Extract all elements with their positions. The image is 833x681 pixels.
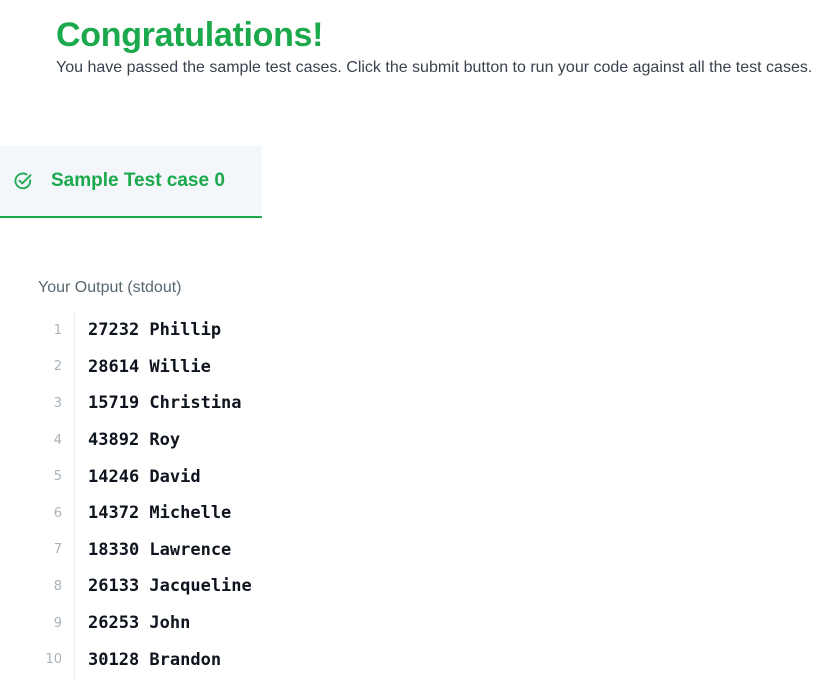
line-text: 43892 Roy <box>88 430 181 451</box>
line-text: 26253 John <box>88 613 191 634</box>
line-number: 6 <box>53 505 62 521</box>
banner-message: You have passed the sample test cases. C… <box>56 59 813 76</box>
output-line: 4 43892 Roy <box>0 422 600 459</box>
output-line: 6 14372 Michelle <box>0 495 600 532</box>
line-text: 28614 Willie <box>88 356 211 377</box>
line-number: 4 <box>53 432 62 448</box>
line-text: 14372 Michelle <box>88 503 232 524</box>
line-text: 14246 David <box>88 466 201 487</box>
output-line: 8 26133 Jacqueline <box>0 568 600 605</box>
line-number: 9 <box>53 615 62 631</box>
tab-label: Sample Test case 0 <box>51 170 225 191</box>
line-number: 2 <box>53 359 62 375</box>
check-circle-icon <box>13 171 33 191</box>
output-line: 5 14246 David <box>0 458 600 495</box>
output-title: Your Output (stdout) <box>38 279 182 296</box>
success-banner: Congratulations! You have passed the sam… <box>56 14 826 79</box>
line-number: 1 <box>53 322 62 338</box>
line-number: 10 <box>45 652 62 668</box>
output-line: 1 27232 Phillip <box>0 312 600 349</box>
line-number: 5 <box>53 469 62 485</box>
stdout-output: 1 27232 Phillip 2 28614 Willie 3 15719 C… <box>0 312 600 681</box>
line-text: 30128 Brandon <box>88 649 222 670</box>
line-number: 8 <box>53 578 62 594</box>
output-line: 2 28614 Willie <box>0 349 600 386</box>
banner-title: Congratulations! <box>56 16 324 54</box>
output-line: 3 15719 Christina <box>0 385 600 422</box>
output-line: 9 26253 John <box>0 605 600 642</box>
output-line: 7 18330 Lawrence <box>0 532 600 569</box>
output-line: 10 30128 Brandon <box>0 641 600 678</box>
line-number: 3 <box>53 395 62 411</box>
line-text: 18330 Lawrence <box>88 539 232 560</box>
line-text: 26133 Jacqueline <box>88 576 252 597</box>
line-number: 7 <box>53 542 62 558</box>
line-text: 27232 Phillip <box>88 320 222 341</box>
tab-sample-test-case-0[interactable]: Sample Test case 0 <box>0 146 262 218</box>
line-text: 15719 Christina <box>88 393 242 414</box>
